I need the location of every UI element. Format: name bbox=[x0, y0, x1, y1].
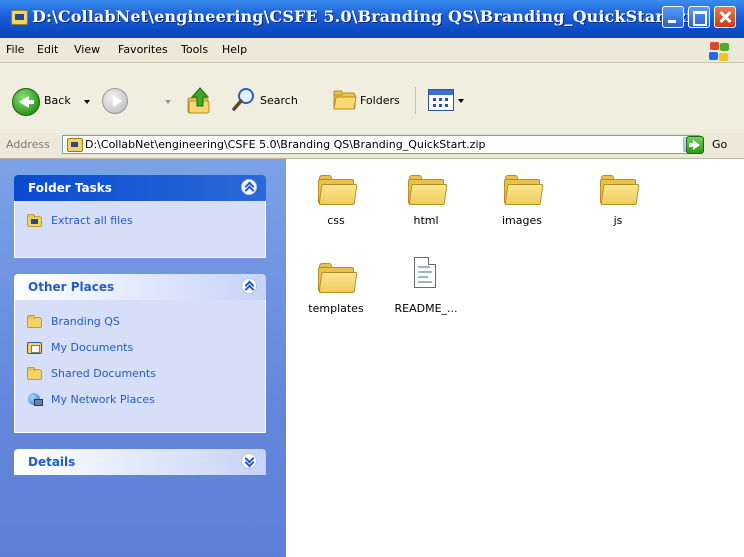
file-name: templates bbox=[308, 302, 364, 315]
my-documents-icon bbox=[27, 342, 42, 354]
file-name: README_... bbox=[394, 302, 458, 315]
other-places-header[interactable]: Other Places bbox=[14, 274, 266, 300]
file-name: html bbox=[413, 214, 439, 227]
search-icon[interactable] bbox=[232, 87, 256, 111]
windows-logo-icon bbox=[708, 41, 730, 61]
zip-folder-icon bbox=[11, 10, 28, 25]
menu-help[interactable]: Help bbox=[222, 43, 247, 56]
folder-icon bbox=[318, 263, 358, 293]
file-name: js bbox=[613, 214, 623, 227]
menu-view[interactable]: View bbox=[74, 43, 100, 56]
folder-icon bbox=[504, 175, 544, 205]
file-name: css bbox=[327, 214, 345, 227]
address-label: Address bbox=[6, 138, 50, 151]
place-label[interactable]: Shared Documents bbox=[51, 367, 156, 380]
up-folder-icon[interactable] bbox=[186, 86, 212, 114]
task-pane: Folder Tasks Extract all files Other Pla… bbox=[0, 159, 286, 557]
folder-icon bbox=[318, 175, 358, 205]
go-arrow-icon[interactable] bbox=[686, 136, 704, 154]
details-title: Details bbox=[28, 455, 76, 469]
file-item-html[interactable]: html bbox=[390, 167, 462, 242]
explorer-window: D:\CollabNet\engineering\CSFE 5.0\Brandi… bbox=[0, 0, 744, 557]
title-bar[interactable]: D:\CollabNet\engineering\CSFE 5.0\Brandi… bbox=[0, 0, 744, 38]
back-dropdown-arrow-icon[interactable] bbox=[84, 100, 90, 104]
text-document-icon bbox=[414, 257, 436, 288]
details-panel: Details bbox=[14, 449, 266, 475]
folder-tasks-title: Folder Tasks bbox=[28, 181, 112, 195]
address-input[interactable]: D:\CollabNet\engineering\CSFE 5.0\Brandi… bbox=[62, 135, 700, 154]
back-button-label[interactable]: Back bbox=[44, 94, 71, 107]
maximize-button[interactable] bbox=[688, 6, 710, 28]
back-arrow-icon[interactable] bbox=[12, 88, 40, 116]
collapse-chevron-icon[interactable] bbox=[241, 278, 257, 294]
folders-icon[interactable] bbox=[333, 90, 357, 110]
folder-icon bbox=[27, 367, 42, 380]
window-title: D:\CollabNet\engineering\CSFE 5.0\Brandi… bbox=[32, 7, 704, 26]
file-item-templates[interactable]: templates bbox=[300, 255, 372, 330]
menu-bar: File Edit View Favorites Tools Help bbox=[0, 38, 744, 63]
forward-arrow-icon[interactable] bbox=[102, 88, 128, 114]
folder-tasks-panel: Folder Tasks Extract all files bbox=[14, 175, 266, 258]
folder-tasks-header[interactable]: Folder Tasks bbox=[14, 175, 266, 201]
other-places-panel: Other Places Branding QS My Documents Sh… bbox=[14, 274, 266, 433]
minimize-button[interactable] bbox=[662, 6, 684, 28]
zip-folder-icon bbox=[67, 138, 83, 152]
file-item-css[interactable]: css bbox=[300, 167, 372, 242]
menu-tools[interactable]: Tools bbox=[181, 43, 208, 56]
place-label[interactable]: Branding QS bbox=[51, 315, 120, 328]
folder-icon bbox=[600, 175, 640, 205]
details-header[interactable]: Details bbox=[14, 449, 266, 475]
address-bar: Address D:\CollabNet\engineering\CSFE 5.… bbox=[0, 133, 744, 159]
place-label[interactable]: My Documents bbox=[51, 341, 133, 354]
toolbar-separator bbox=[415, 87, 416, 114]
search-button-label[interactable]: Search bbox=[260, 94, 298, 107]
network-places-icon bbox=[27, 393, 43, 407]
file-item-js[interactable]: js bbox=[582, 167, 654, 242]
collapse-chevron-icon[interactable] bbox=[241, 179, 257, 195]
place-label[interactable]: My Network Places bbox=[51, 393, 155, 406]
file-name: images bbox=[502, 214, 542, 227]
file-item-images[interactable]: images bbox=[486, 167, 558, 242]
zip-folder-icon bbox=[27, 214, 42, 227]
file-list-area[interactable]: css html images js templates README_... bbox=[286, 159, 744, 557]
go-button-label[interactable]: Go bbox=[712, 138, 727, 151]
folders-button-label[interactable]: Folders bbox=[360, 94, 400, 107]
task-label[interactable]: Extract all files bbox=[51, 214, 133, 227]
file-item-readme[interactable]: README_... bbox=[390, 255, 462, 330]
views-icon[interactable] bbox=[428, 89, 454, 111]
folder-tasks-body: Extract all files bbox=[14, 201, 266, 258]
folder-icon bbox=[408, 175, 448, 205]
menu-edit[interactable]: Edit bbox=[37, 43, 58, 56]
forward-dropdown-arrow-icon[interactable] bbox=[165, 100, 171, 104]
other-places-body: Branding QS My Documents Shared Document… bbox=[14, 300, 266, 433]
close-button[interactable] bbox=[714, 6, 736, 28]
other-places-title: Other Places bbox=[28, 280, 115, 294]
expand-chevron-icon[interactable] bbox=[241, 453, 257, 469]
menu-file[interactable]: File bbox=[6, 43, 24, 56]
views-dropdown-arrow-icon[interactable] bbox=[458, 99, 464, 103]
folder-icon bbox=[27, 315, 42, 328]
address-path[interactable]: D:\CollabNet\engineering\CSFE 5.0\Brandi… bbox=[85, 138, 485, 151]
menu-favorites[interactable]: Favorites bbox=[118, 43, 168, 56]
